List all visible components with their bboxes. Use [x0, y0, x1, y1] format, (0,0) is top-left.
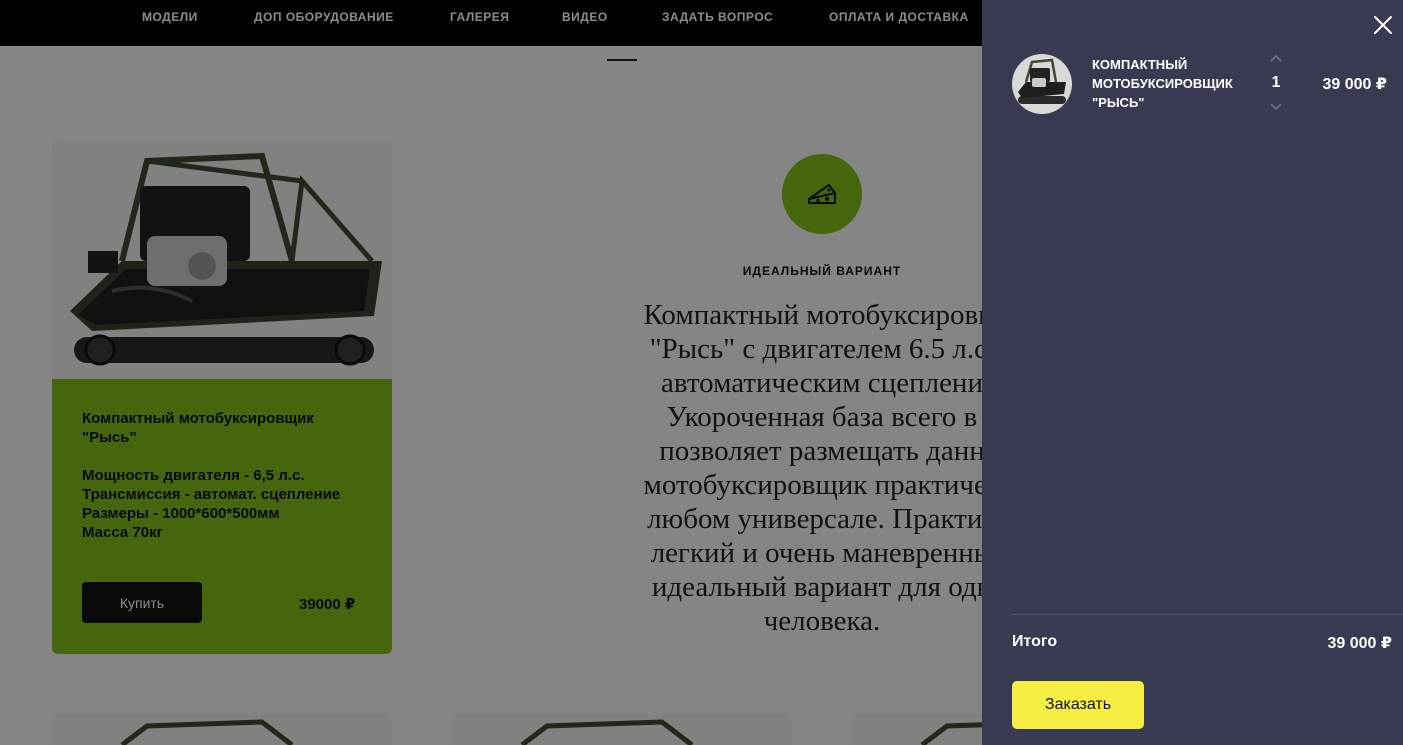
- snowmobile-towing-vehicle-thumbnail: [1018, 58, 1066, 104]
- close-icon[interactable]: [1372, 14, 1394, 36]
- cart-item-thumbnail: [1012, 54, 1072, 114]
- chevron-down-icon[interactable]: [1269, 102, 1283, 112]
- cart-panel: Компактный мотобуксировщик "Рысь" 1 39 0…: [982, 0, 1403, 745]
- cart-item-price: 39 000 ₽: [1322, 76, 1387, 93]
- cart-item-name: Компактный мотобуксировщик "Рысь": [1092, 57, 1233, 110]
- cart-total-label: Итого: [1012, 633, 1058, 650]
- cart-item-quantity: 1: [1271, 74, 1281, 91]
- order-button[interactable]: Заказать: [1012, 681, 1144, 729]
- cart-divider: [1012, 614, 1403, 615]
- chevron-up-icon[interactable]: [1269, 53, 1283, 63]
- cart-total-value: 39 000 ₽: [1327, 635, 1392, 652]
